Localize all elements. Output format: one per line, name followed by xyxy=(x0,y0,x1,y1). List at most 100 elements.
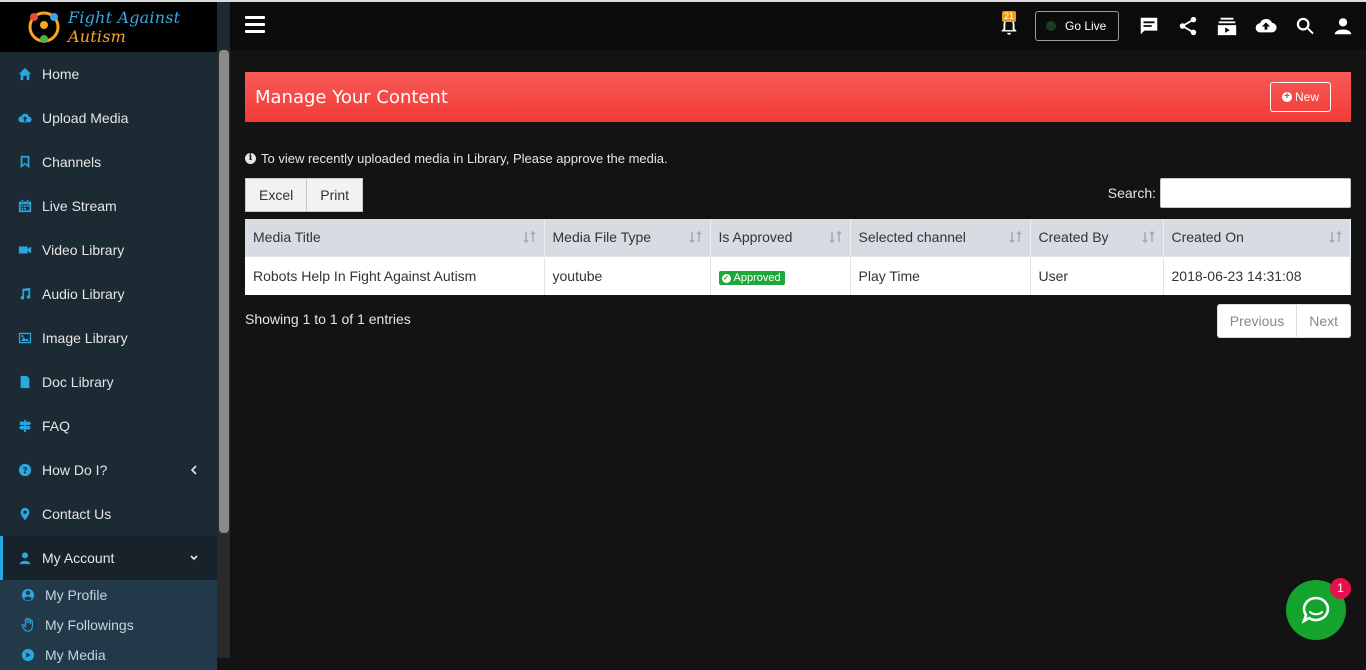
sidebar-item-label: Home xyxy=(42,66,80,82)
new-button[interactable]: + New xyxy=(1270,82,1331,112)
column-header-label: Created By xyxy=(1038,229,1109,246)
home-icon xyxy=(17,66,33,82)
music-icon xyxy=(17,286,33,302)
brand-logo[interactable]: Fight Against Autism xyxy=(0,2,217,52)
info-message: i To view recently uploaded media in Lib… xyxy=(245,151,1351,166)
cell-created-on: 2018-06-23 14:31:08 xyxy=(1163,255,1351,295)
sidebar-item-channels[interactable]: Channels xyxy=(0,140,217,184)
bookmark-icon xyxy=(17,154,33,170)
sidebar-item-doc-library[interactable]: Doc Library xyxy=(0,360,217,404)
subscriptions-icon[interactable] xyxy=(1215,14,1239,38)
sub-item-label: My Media xyxy=(45,647,106,663)
table-row[interactable]: Robots Help In Fight Against Autism yout… xyxy=(245,255,1351,295)
excel-button[interactable]: Excel xyxy=(245,178,308,212)
signpost-icon xyxy=(17,418,33,434)
svg-text:?: ? xyxy=(22,467,27,477)
sidebar-item-live-stream[interactable]: Live Stream xyxy=(0,184,217,228)
calendar-icon xyxy=(17,198,33,214)
table-header-row: Media Title Media File Type Is Approved … xyxy=(245,219,1351,256)
hamburger-menu-icon[interactable] xyxy=(245,16,265,34)
sidebar-item-my-followings[interactable]: My Followings xyxy=(0,610,217,640)
my-account-submenu: My Profile My Followings My Media xyxy=(0,580,217,670)
sort-icon xyxy=(688,230,702,244)
plus-circle-icon: + xyxy=(1281,92,1292,102)
logo-text-part2: Autism xyxy=(68,27,126,46)
column-header-media-title[interactable]: Media Title xyxy=(245,219,545,256)
sidebar-scrollbar-thumb[interactable] xyxy=(219,50,229,533)
cell-media-title: Robots Help In Fight Against Autism xyxy=(245,255,545,295)
top-header: 21 Go Live xyxy=(230,2,1366,50)
status-badge-label: Approved xyxy=(733,272,781,284)
sidebar-item-label: Contact Us xyxy=(42,506,112,522)
cell-created-by: User xyxy=(1030,255,1164,295)
search-icon[interactable] xyxy=(1293,14,1317,38)
live-status-dot xyxy=(1046,21,1056,31)
column-header-label: Selected channel xyxy=(858,229,966,246)
cloud-upload-icon[interactable] xyxy=(1254,14,1278,38)
hand-icon xyxy=(20,617,36,633)
search-input[interactable] xyxy=(1160,178,1351,208)
print-button[interactable]: Print xyxy=(307,178,364,212)
table-footer: Showing 1 to 1 of 1 entries Previous Nex… xyxy=(245,304,1351,338)
new-button-label: New xyxy=(1294,90,1319,104)
cell-selected-channel: Play Time xyxy=(850,255,1031,295)
sub-item-label: My Profile xyxy=(45,587,108,603)
sort-icon xyxy=(1008,230,1022,244)
sidebar-item-my-media[interactable]: My Media xyxy=(0,640,217,670)
column-header-selected-channel[interactable]: Selected channel xyxy=(850,219,1031,256)
sidebar-item-label: Image Library xyxy=(42,330,128,346)
sidebar-item-how-do-i[interactable]: ? How Do I? xyxy=(0,448,217,492)
column-header-is-approved[interactable]: Is Approved xyxy=(710,219,851,256)
column-header-label: Is Approved xyxy=(718,229,793,246)
chat-message-icon[interactable] xyxy=(1137,14,1161,38)
go-live-button[interactable]: Go Live xyxy=(1035,11,1119,41)
document-icon xyxy=(17,374,33,390)
sidebar: Fight Against Autism Home Upload Media C… xyxy=(0,2,230,670)
chevron-down-icon xyxy=(190,555,198,561)
sidebar-item-contact-us[interactable]: Contact Us xyxy=(0,492,217,536)
go-live-label: Go Live xyxy=(1065,19,1107,33)
column-header-created-by[interactable]: Created By xyxy=(1030,219,1164,256)
pagination: Previous Next xyxy=(1216,304,1351,338)
sidebar-item-label: Video Library xyxy=(42,242,125,258)
info-icon: i xyxy=(245,153,256,164)
sidebar-item-image-library[interactable]: Image Library xyxy=(0,316,217,360)
status-badge: ✓ Approved xyxy=(718,271,785,285)
user-circle-icon xyxy=(20,587,36,603)
logo-mark-icon xyxy=(24,7,64,47)
sidebar-item-my-profile[interactable]: My Profile xyxy=(0,580,217,610)
sidebar-item-label: My Account xyxy=(42,550,115,566)
video-camera-icon xyxy=(17,242,33,258)
column-header-label: Media Title xyxy=(253,229,321,246)
column-header-created-on[interactable]: Created On xyxy=(1163,219,1351,256)
sidebar-item-faq[interactable]: FAQ xyxy=(0,404,217,448)
page-title: Manage Your Content xyxy=(255,86,448,108)
column-header-media-file-type[interactable]: Media File Type xyxy=(544,219,711,256)
table-toolbar: Excel Print Search: xyxy=(245,178,1351,212)
chat-unread-badge: 1 xyxy=(1330,578,1351,599)
entries-info: Showing 1 to 1 of 1 entries xyxy=(245,311,411,327)
next-page-button[interactable]: Next xyxy=(1297,304,1351,338)
map-marker-icon xyxy=(17,506,33,522)
chat-bubble-icon xyxy=(1301,596,1330,624)
cell-media-file-type: youtube xyxy=(544,255,711,295)
user-profile-icon[interactable] xyxy=(1331,14,1355,38)
sub-item-label: My Followings xyxy=(45,617,134,633)
sort-icon xyxy=(1329,230,1342,244)
sidebar-item-my-account[interactable]: My Account xyxy=(0,536,217,580)
notification-count-badge: 21 xyxy=(1002,11,1017,22)
logo-text-part1: Fight Against xyxy=(68,8,181,27)
logo-text: Fight Against Autism xyxy=(68,8,217,46)
share-icon[interactable] xyxy=(1176,14,1200,38)
chevron-left-icon xyxy=(190,465,197,475)
cell-is-approved: ✓ Approved xyxy=(710,255,851,295)
sidebar-item-upload-media[interactable]: Upload Media xyxy=(0,96,217,140)
sidebar-item-audio-library[interactable]: Audio Library xyxy=(0,272,217,316)
sidebar-item-home[interactable]: Home xyxy=(0,52,217,96)
previous-page-button[interactable]: Previous xyxy=(1216,304,1298,338)
sidebar-item-video-library[interactable]: Video Library xyxy=(0,228,217,272)
sidebar-item-label: FAQ xyxy=(42,418,71,434)
user-icon xyxy=(17,550,33,566)
sort-icon xyxy=(828,230,842,244)
sidebar-menu: Home Upload Media Channels Live Stream V… xyxy=(0,52,217,670)
